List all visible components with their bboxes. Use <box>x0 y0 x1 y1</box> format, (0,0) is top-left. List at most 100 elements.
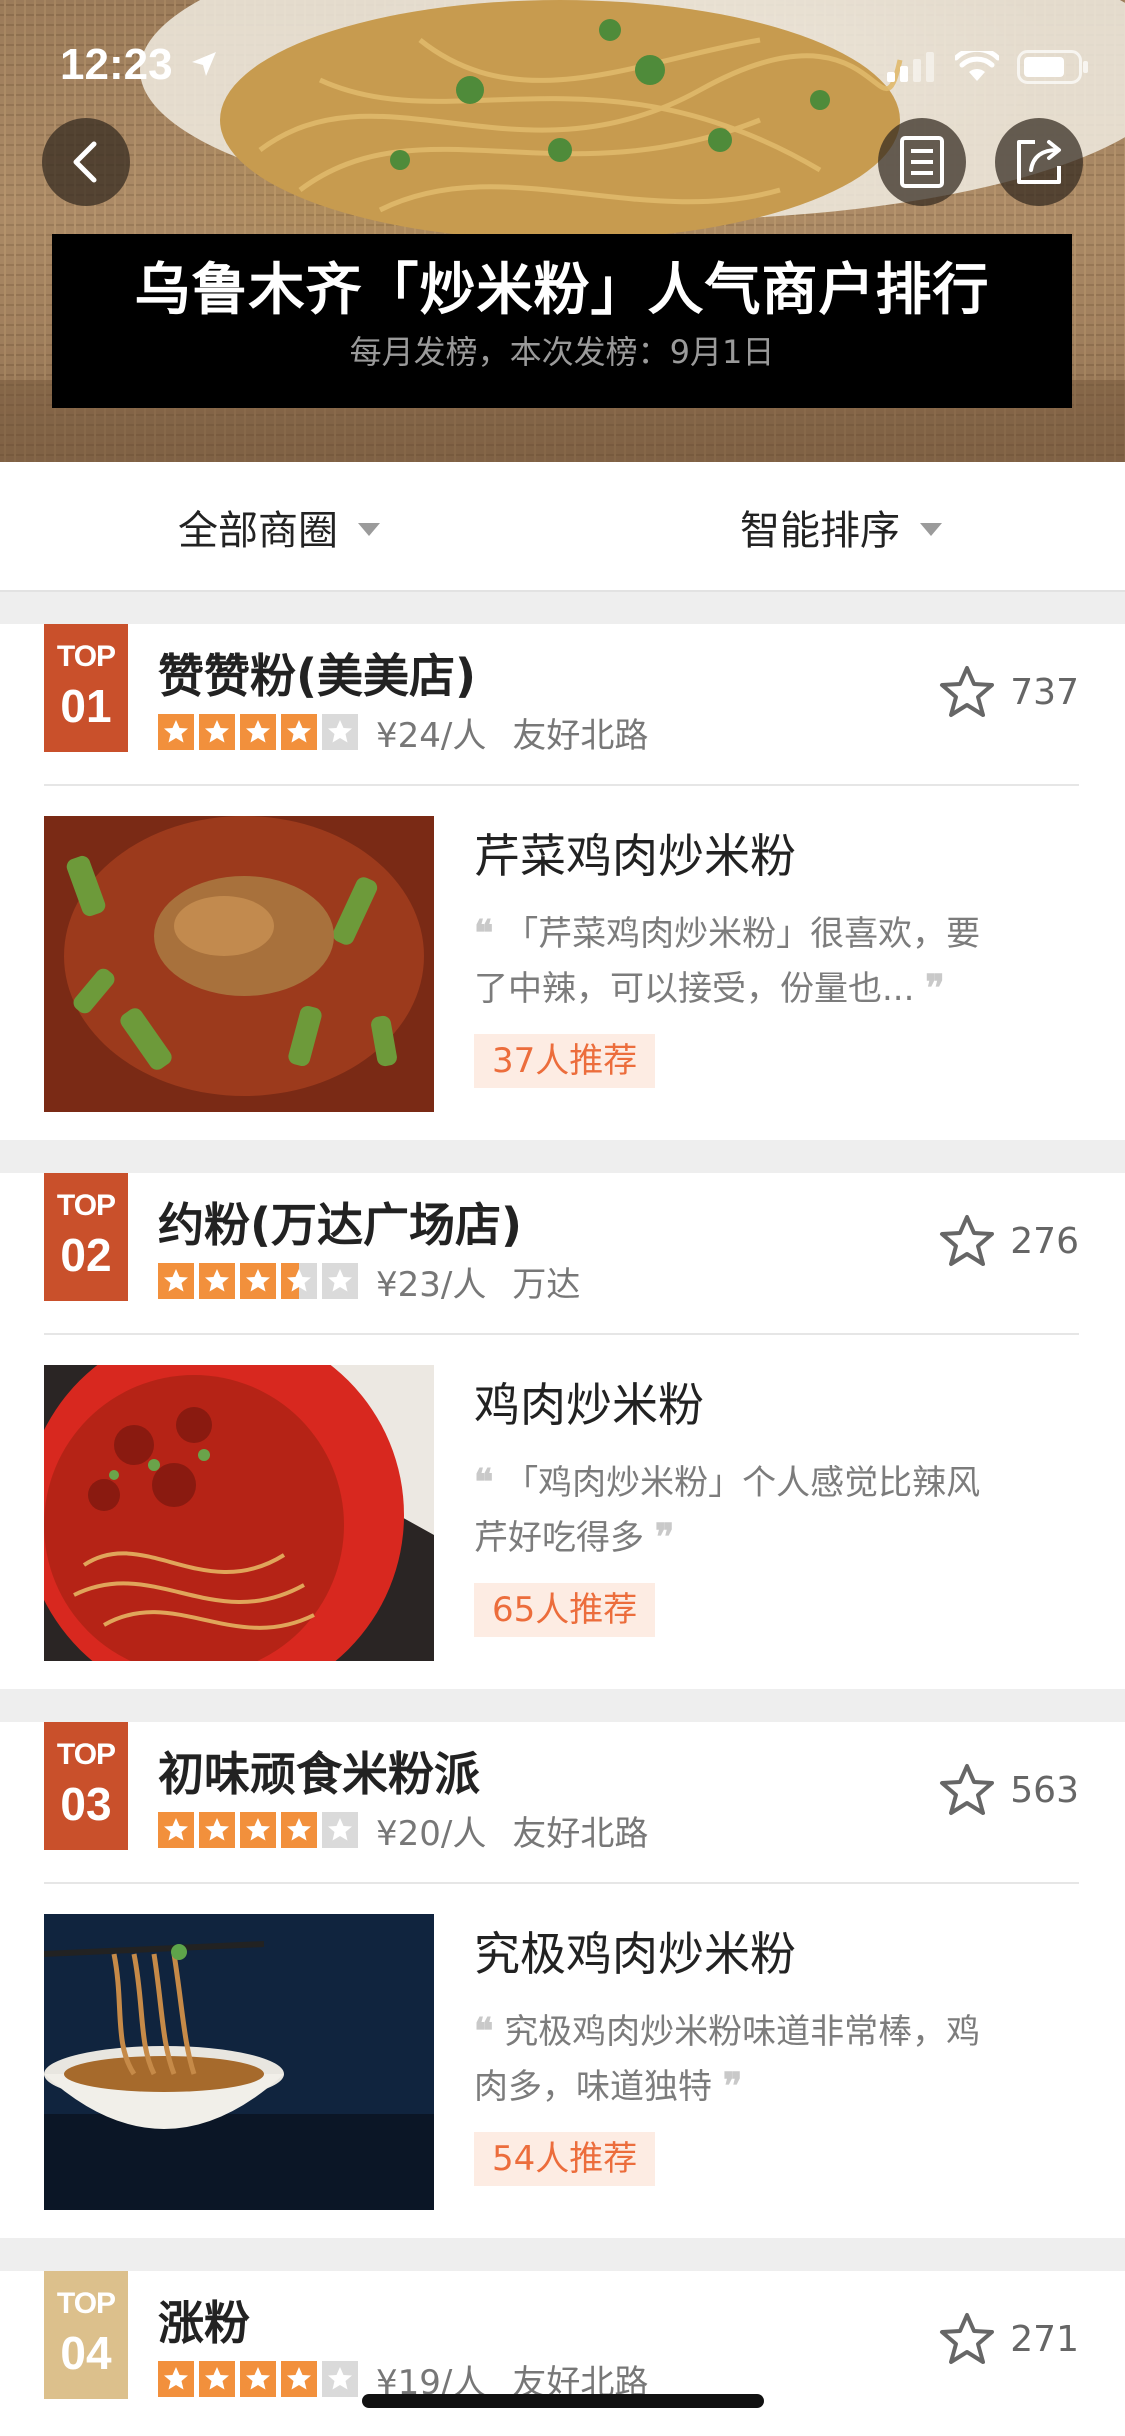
favorite-button[interactable]: 563 <box>938 1762 1079 1818</box>
shop-meta: ¥23/人 万达 <box>158 1261 580 1305</box>
dropdown-arrow-icon <box>920 522 942 536</box>
rating-star-icon <box>322 714 358 750</box>
star-rating <box>158 2361 358 2397</box>
favorite-count: 271 <box>1010 2318 1079 2360</box>
rating-star-icon <box>281 1812 317 1848</box>
home-indicator[interactable] <box>362 2394 764 2408</box>
share-button[interactable] <box>995 118 1083 206</box>
favorite-count: 737 <box>1010 671 1079 713</box>
shop-card[interactable]: TOP 01 赞赞粉(美美店) ¥24/人 友好北路 737 芹菜鸡肉炒米粉 ❝… <box>0 624 1125 1140</box>
shop-name[interactable]: 赞赞粉(美美店) <box>158 640 476 706</box>
back-button[interactable] <box>42 118 130 206</box>
star-rating <box>158 1263 358 1299</box>
dish-photo-chicken-noodles <box>44 1365 434 1661</box>
document-list-icon <box>900 136 944 188</box>
rating-star-icon <box>322 1812 358 1848</box>
rating-star-icon <box>281 1263 317 1299</box>
dish-photo[interactable] <box>44 1365 434 1661</box>
shop-meta: ¥24/人 友好北路 <box>158 712 648 756</box>
dish-photo[interactable] <box>44 816 434 1112</box>
favorite-count: 276 <box>1010 1220 1079 1262</box>
rank-badge: TOP 02 <box>44 1173 128 1301</box>
review-snippet: ❝ 「鸡肉炒米粉」个人感觉比辣风 芹好吃得多 ❞ <box>474 1461 981 1558</box>
rating-star-icon <box>199 714 235 750</box>
review-snippet: ❝ 「芹菜鸡肉炒米粉」很喜欢，要 了中辣，可以接受，份量也... ❞ <box>474 912 981 1009</box>
status-bar: 12:23 <box>0 0 1125 140</box>
shop-meta: ¥20/人 友好北路 <box>158 1810 648 1854</box>
review-snippet: ❝ 究极鸡肉炒米粉味道非常棒，鸡 肉多，味道独特 ❞ <box>474 2010 981 2107</box>
star-outline-icon <box>940 666 995 717</box>
rating-star-icon <box>240 2361 276 2397</box>
wifi-icon <box>955 51 999 81</box>
favorite-button[interactable]: 271 <box>938 2311 1079 2367</box>
rating-star-icon <box>158 1812 194 1848</box>
rules-button[interactable] <box>878 118 966 206</box>
rank-badge: TOP 01 <box>44 624 128 752</box>
close-quote-icon: ❞ <box>654 1516 675 1558</box>
shop-card[interactable]: TOP 02 约粉(万达广场店) ¥23/人 万达 276 鸡肉炒米粉 ❝ 「鸡… <box>0 1173 1125 1689</box>
share-icon <box>1017 140 1061 184</box>
filter-district-dropdown[interactable]: 全部商圈 <box>178 462 380 592</box>
star-outline-icon <box>940 2313 995 2364</box>
ranking-title-banner: 乌鲁木齐「炒米粉」人气商户排行 每月发榜，本次发榜：9月1日 <box>52 234 1072 408</box>
rating-star-icon <box>240 1263 276 1299</box>
filter-sort-label: 智能排序 <box>740 508 900 554</box>
rating-star-icon <box>158 2361 194 2397</box>
hero-banner: 12:23 乌鲁木齐「炒米粉」人气商户排行 每月发榜，本次发榜：9月1日 <box>0 0 1125 462</box>
close-quote-icon: ❞ <box>925 967 945 1009</box>
shop-card[interactable]: TOP 03 初味顽食米粉派 ¥20/人 友好北路 563 究极鸡肉炒米粉 ❝ … <box>0 1722 1125 2238</box>
rating-star-icon <box>281 714 317 750</box>
rating-star-icon <box>199 1263 235 1299</box>
dish-name: 鸡肉炒米粉 <box>474 1378 704 1432</box>
open-quote-icon: ❝ <box>474 2010 494 2052</box>
star-outline-icon <box>940 1764 995 1815</box>
battery-icon <box>1017 50 1088 84</box>
shop-name[interactable]: 初味顽食米粉派 <box>158 1738 480 1804</box>
rating-star-icon <box>240 714 276 750</box>
filter-bar: 全部商圈 智能排序 <box>0 462 1125 592</box>
recommend-count-tag: 37人推荐 <box>474 1034 656 1088</box>
dish-photo-ultimate-noodles <box>44 1914 434 2210</box>
favorite-button[interactable]: 737 <box>938 664 1079 720</box>
rating-star-icon <box>158 1263 194 1299</box>
rating-star-icon <box>281 2361 317 2397</box>
star-outline-icon <box>940 1215 995 1266</box>
shop-name[interactable]: 涨粉 <box>158 2287 250 2353</box>
shop-area: 友好北路 <box>512 1813 649 1854</box>
dish-name: 芹菜鸡肉炒米粉 <box>474 829 796 883</box>
rating-star-icon <box>199 1812 235 1848</box>
favorite-count: 563 <box>1010 1769 1079 1811</box>
dish-photo[interactable] <box>44 1914 434 2210</box>
rating-star-icon <box>158 714 194 750</box>
dish-name: 究极鸡肉炒米粉 <box>474 1927 796 1981</box>
shop-area: 万达 <box>512 1264 581 1305</box>
dish-photo-celery-chicken <box>44 816 434 1112</box>
page-subtitle: 每月发榜，本次发榜：9月1日 <box>349 333 775 371</box>
star-rating <box>158 714 358 750</box>
rank-badge: TOP 03 <box>44 1722 128 1850</box>
recommend-count-tag: 65人推荐 <box>474 1583 656 1637</box>
open-quote-icon: ❝ <box>474 912 494 954</box>
shop-card[interactable]: TOP 04 涨粉 ¥19/人 友好北路 271 <box>0 2271 1125 2436</box>
star-rating <box>158 1812 358 1848</box>
open-quote-icon: ❝ <box>474 1461 494 1503</box>
dropdown-arrow-icon <box>358 522 380 536</box>
price-per-person: ¥24/人 <box>376 715 487 756</box>
shop-meta: ¥19/人 友好北路 <box>158 2359 648 2403</box>
status-time: 12:23 <box>60 40 173 89</box>
close-quote-icon: ❞ <box>722 2065 743 2107</box>
chevron-left-icon <box>73 141 97 183</box>
price-per-person: ¥23/人 <box>376 1264 487 1305</box>
page-title: 乌鲁木齐「炒米粉」人气商户排行 <box>134 258 990 323</box>
rating-star-icon <box>199 2361 235 2397</box>
signal-icon <box>887 52 934 82</box>
favorite-button[interactable]: 276 <box>938 1213 1079 1269</box>
rating-star-icon <box>240 1812 276 1848</box>
rating-star-icon <box>322 2361 358 2397</box>
filter-sort-dropdown[interactable]: 智能排序 <box>740 462 942 592</box>
rating-star-icon <box>322 1263 358 1299</box>
shop-name[interactable]: 约粉(万达广场店) <box>158 1189 522 1255</box>
recommend-count-tag: 54人推荐 <box>474 2132 656 2186</box>
shop-area: 友好北路 <box>512 715 649 756</box>
rank-badge: TOP 04 <box>44 2271 128 2399</box>
